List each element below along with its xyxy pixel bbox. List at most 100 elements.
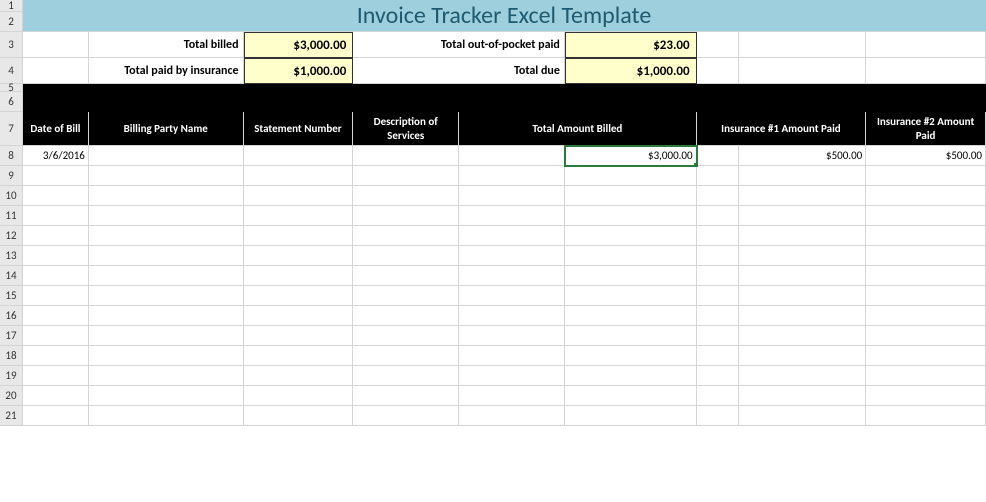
cell[interactable]	[89, 366, 244, 386]
cell[interactable]	[353, 346, 459, 366]
cell[interactable]	[244, 226, 354, 246]
cell[interactable]	[353, 406, 459, 426]
cell[interactable]	[353, 166, 459, 186]
cell[interactable]	[459, 84, 565, 112]
cell-insurance-1[interactable]: $500.00	[739, 146, 867, 166]
total-due-value[interactable]: $1,000.00	[565, 58, 697, 84]
cell[interactable]	[866, 406, 986, 426]
cell[interactable]	[244, 246, 354, 266]
cell[interactable]	[353, 266, 459, 286]
cell-statement[interactable]	[244, 146, 354, 166]
cell-description[interactable]	[353, 146, 459, 166]
cell[interactable]	[244, 406, 354, 426]
cell[interactable]	[23, 166, 89, 186]
cell[interactable]	[459, 386, 565, 406]
cell[interactable]	[739, 32, 867, 58]
cell-billing-party[interactable]	[89, 146, 244, 166]
cell[interactable]	[244, 186, 354, 206]
header-billing-party-name[interactable]: Billing Party Name	[89, 112, 244, 146]
cell[interactable]	[866, 226, 986, 246]
cell[interactable]	[739, 306, 867, 326]
cell[interactable]	[353, 246, 459, 266]
cell[interactable]	[565, 346, 697, 366]
cell[interactable]	[244, 206, 354, 226]
row-header[interactable]: 7	[0, 112, 22, 146]
cell[interactable]	[459, 206, 565, 226]
row-header[interactable]: 6	[0, 92, 22, 112]
cell[interactable]	[23, 246, 89, 266]
total-paid-by-insurance-value[interactable]: $1,000.00	[244, 58, 354, 84]
cell[interactable]	[697, 58, 739, 84]
cell[interactable]	[23, 366, 89, 386]
cell[interactable]	[866, 32, 986, 58]
cell[interactable]	[459, 346, 565, 366]
cell[interactable]	[697, 346, 739, 366]
cell[interactable]	[739, 206, 867, 226]
cell[interactable]	[739, 286, 867, 306]
cell[interactable]	[739, 186, 867, 206]
cell[interactable]	[23, 84, 89, 112]
cell[interactable]	[23, 346, 89, 366]
row-header[interactable]: 3	[0, 32, 22, 58]
cell[interactable]	[565, 406, 697, 426]
row-header[interactable]: 10	[0, 186, 22, 206]
cell[interactable]	[353, 286, 459, 306]
cell[interactable]	[23, 386, 89, 406]
cell[interactable]	[866, 366, 986, 386]
cell[interactable]	[697, 246, 739, 266]
cell[interactable]	[89, 386, 244, 406]
cell[interactable]	[866, 58, 986, 84]
cell[interactable]	[244, 386, 354, 406]
cell[interactable]	[459, 226, 565, 246]
row-header[interactable]: 16	[0, 306, 22, 326]
cell[interactable]	[353, 226, 459, 246]
row-header[interactable]: 1	[0, 0, 22, 12]
cell[interactable]	[89, 206, 244, 226]
cell[interactable]	[459, 146, 565, 166]
cell[interactable]	[23, 206, 89, 226]
total-paid-by-insurance-label[interactable]: Total paid by insurance	[89, 58, 244, 84]
cell[interactable]	[244, 266, 354, 286]
header-insurance-1[interactable]: Insurance #1 Amount Paid	[697, 112, 867, 146]
row-header[interactable]: 14	[0, 266, 22, 286]
cell[interactable]	[89, 266, 244, 286]
cell[interactable]	[353, 326, 459, 346]
cell[interactable]	[866, 266, 986, 286]
cell[interactable]	[459, 286, 565, 306]
cell[interactable]	[739, 406, 867, 426]
cell[interactable]	[459, 166, 565, 186]
cell[interactable]	[89, 326, 244, 346]
cell[interactable]	[565, 326, 697, 346]
cell[interactable]	[739, 226, 867, 246]
cell[interactable]	[353, 84, 459, 112]
total-billed-value[interactable]: $3,000.00	[244, 32, 354, 58]
cell[interactable]	[23, 306, 89, 326]
cell[interactable]	[565, 226, 697, 246]
cell[interactable]	[866, 186, 986, 206]
cell[interactable]	[739, 346, 867, 366]
cell-insurance-2[interactable]: $500.00	[866, 146, 986, 166]
cell[interactable]	[459, 246, 565, 266]
cell[interactable]	[697, 286, 739, 306]
cell[interactable]	[866, 206, 986, 226]
cell[interactable]	[23, 32, 89, 58]
cell[interactable]	[697, 226, 739, 246]
cell[interactable]	[353, 186, 459, 206]
cell[interactable]	[565, 246, 697, 266]
cell-date[interactable]: 3/6/2016	[23, 146, 89, 166]
cell[interactable]	[89, 406, 244, 426]
cell[interactable]	[697, 406, 739, 426]
cell[interactable]	[23, 406, 89, 426]
cell[interactable]	[697, 206, 739, 226]
cell[interactable]	[353, 306, 459, 326]
cell[interactable]	[866, 246, 986, 266]
cell[interactable]	[89, 226, 244, 246]
cell[interactable]	[697, 386, 739, 406]
header-date-of-bill[interactable]: Date of Bill	[23, 112, 89, 146]
cell[interactable]	[244, 306, 354, 326]
cell[interactable]	[565, 166, 697, 186]
cell[interactable]	[739, 58, 867, 84]
cell[interactable]	[23, 226, 89, 246]
cell[interactable]	[739, 366, 867, 386]
cell[interactable]	[23, 266, 89, 286]
